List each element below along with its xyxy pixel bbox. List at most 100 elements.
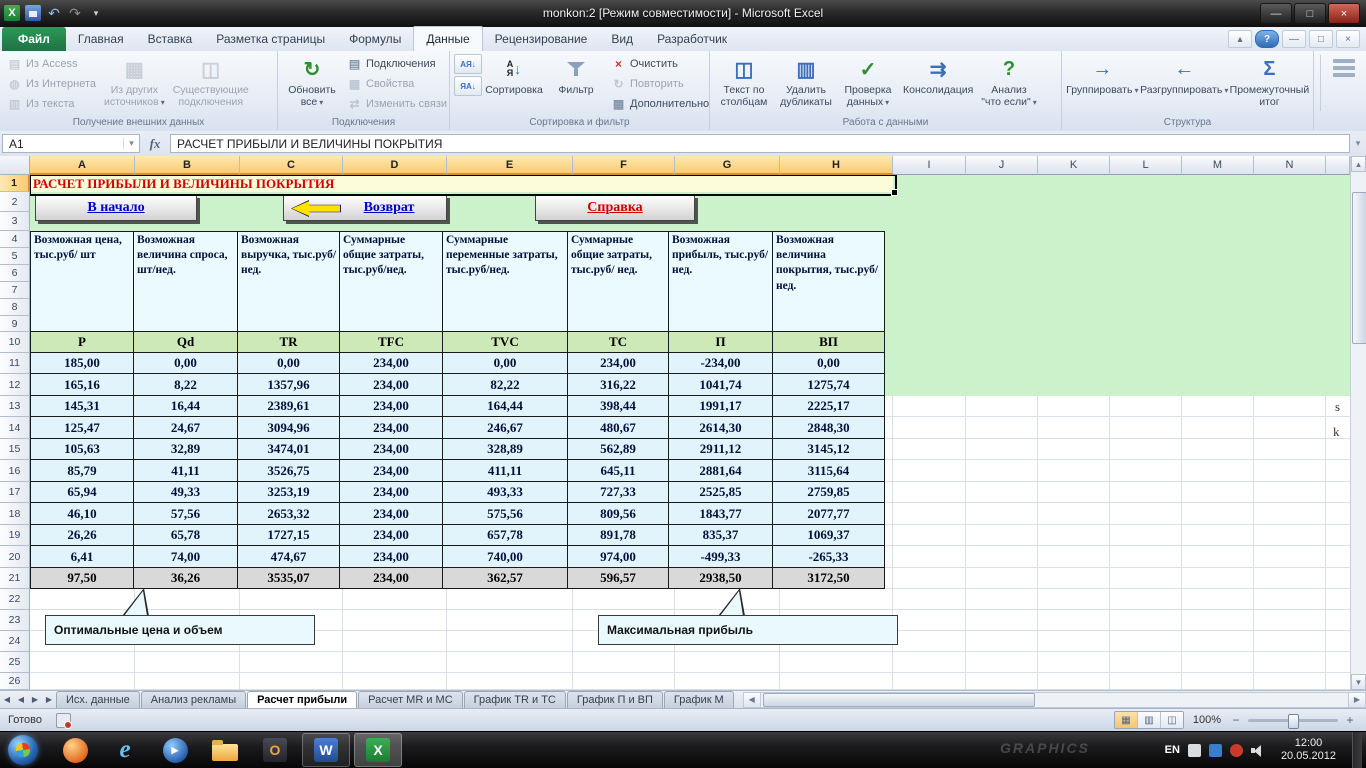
ribbon-tab-3[interactable]: Разметка страницы	[204, 27, 337, 51]
data-cell[interactable]: -265,33	[773, 546, 885, 568]
data-cell[interactable]: 65,94	[31, 482, 134, 503]
sheet-nav-first-icon[interactable]: ◀	[0, 693, 14, 707]
data-cell[interactable]: 234,00	[340, 482, 443, 503]
column-header-N[interactable]: N	[1254, 156, 1326, 175]
volume-icon[interactable]	[1250, 744, 1265, 757]
column-header-K[interactable]: K	[1038, 156, 1110, 175]
data-cell[interactable]: 246,67	[443, 417, 568, 439]
data-cell[interactable]: 26,26	[31, 525, 134, 546]
data-cell[interactable]: 493,33	[443, 482, 568, 503]
data-cell[interactable]: 105,63	[31, 439, 134, 460]
table-header-cell[interactable]: Возможная величина покрытия, тыс.руб/нед…	[773, 232, 885, 332]
sheet-nav-last-icon[interactable]: ▶	[42, 693, 56, 707]
data-cell[interactable]: 234,00	[340, 353, 443, 374]
data-cell[interactable]: 0,00	[773, 353, 885, 374]
ribbon-button-g3-4[interactable]: Фильтр	[546, 54, 606, 98]
data-cell[interactable]: 82,22	[443, 374, 568, 396]
name-box[interactable]: A1 ▾	[2, 134, 140, 153]
page-break-view-icon[interactable]: ◫	[1161, 712, 1183, 728]
data-cell[interactable]: 49,33	[134, 482, 238, 503]
column-header-C[interactable]: C	[240, 156, 343, 175]
data-cell[interactable]: 316,22	[568, 374, 669, 396]
data-cell[interactable]: 411,11	[443, 460, 568, 482]
horizontal-scrollbar[interactable]: ◀ ▶	[742, 691, 1366, 708]
tray-icon-1[interactable]	[1187, 743, 1201, 757]
row-header-4[interactable]: 4	[0, 231, 30, 248]
sheet-tab-6[interactable]: График П и ВП	[566, 691, 663, 708]
row-header-10[interactable]: 10	[0, 332, 30, 353]
help-icon[interactable]: ?	[1255, 30, 1279, 48]
ribbon-button-g3-6[interactable]: ↻ Повторить	[608, 74, 712, 93]
column-header-G[interactable]: G	[675, 156, 780, 175]
row-header-24[interactable]: 24	[0, 631, 30, 652]
data-cell[interactable]: 1843,77	[669, 503, 773, 525]
data-cell[interactable]: 2614,30	[669, 417, 773, 439]
summary-cell[interactable]: 2938,50	[669, 568, 773, 589]
row-header-25[interactable]: 25	[0, 652, 30, 673]
data-cell[interactable]: 727,33	[568, 482, 669, 503]
data-cell[interactable]: 1727,15	[238, 525, 340, 546]
fill-handle[interactable]	[891, 189, 898, 196]
data-cell[interactable]: 185,00	[31, 353, 134, 374]
sheet-button-1[interactable]: В начало	[35, 195, 197, 221]
table-header-cell[interactable]: Возможная прибыль, тыс.руб/ нед.	[669, 232, 773, 332]
data-cell[interactable]: 328,89	[443, 439, 568, 460]
column-header-D[interactable]: D	[343, 156, 447, 175]
data-cell[interactable]: 891,78	[568, 525, 669, 546]
ribbon-button-g1-4[interactable]: ▦ Из других источников ▾	[101, 54, 168, 111]
taskbar-app-explorer-folder[interactable]	[202, 734, 248, 766]
summary-cell[interactable]: 3172,50	[773, 568, 885, 589]
data-cell[interactable]: 1069,37	[773, 525, 885, 546]
table-header-cell[interactable]: Суммарные общие затраты, тыс.руб/ нед.	[568, 232, 669, 332]
data-cell[interactable]: 1275,74	[773, 374, 885, 396]
row-header-13[interactable]: 13	[0, 396, 30, 417]
column-header-H[interactable]: H	[780, 156, 893, 175]
data-cell[interactable]: 0,00	[443, 353, 568, 374]
column-header-A[interactable]: A	[30, 156, 135, 175]
data-cell[interactable]: 234,00	[340, 503, 443, 525]
show-desktop-button[interactable]	[1352, 731, 1362, 768]
ribbon-button-g4-5[interactable]: ? Анализ "что если" ▾	[978, 54, 1039, 111]
code-cell[interactable]: P	[31, 332, 134, 353]
sheet-tab-1[interactable]: Исх. данные	[56, 691, 140, 708]
table-header-cell[interactable]: Суммарные переменные затраты, тыс.руб/не…	[443, 232, 568, 332]
vertical-scroll-thumb[interactable]	[1352, 192, 1366, 344]
code-cell[interactable]: TVC	[443, 332, 568, 353]
start-button[interactable]	[8, 735, 38, 765]
cell-a1-title[interactable]: РАСЧЕТ ПРИБЫЛИ И ВЕЛИЧИНЫ ПОКРЫТИЯ	[30, 175, 893, 192]
ribbon-button-g5-2[interactable]: ← Разгруппировать ▾	[1140, 54, 1228, 99]
horizontal-scroll-thumb[interactable]	[762, 692, 1035, 707]
column-header-F[interactable]: F	[573, 156, 675, 175]
data-cell[interactable]: 164,44	[443, 396, 568, 417]
taskbar-app-outlook[interactable]: O	[252, 734, 298, 766]
ribbon-button-g5-3[interactable]: Σ Промежуточный итог	[1230, 54, 1310, 110]
data-cell[interactable]: 3253,19	[238, 482, 340, 503]
row-header-14[interactable]: 14	[0, 417, 30, 439]
ribbon-button-g4-4[interactable]: ⇉ Консолидация	[900, 54, 976, 98]
taskbar-app-internet-explorer[interactable]: e	[102, 734, 148, 766]
data-cell[interactable]: 145,31	[31, 396, 134, 417]
data-cell[interactable]: 6,41	[31, 546, 134, 568]
name-box-dropdown-icon[interactable]: ▾	[123, 138, 139, 149]
row-header-6[interactable]: 6	[0, 265, 30, 282]
close-button[interactable]: ×	[1328, 3, 1360, 24]
row-header-26[interactable]: 26	[0, 673, 30, 690]
data-cell[interactable]: 234,00	[340, 546, 443, 568]
ribbon-button-g2-2[interactable]: ▤ Подключения	[344, 54, 450, 73]
taskbar-app-media-player[interactable]: ▶	[152, 734, 198, 766]
summary-cell[interactable]: 362,57	[443, 568, 568, 589]
data-cell[interactable]: 0,00	[134, 353, 238, 374]
row-header-22[interactable]: 22	[0, 589, 30, 610]
data-cell[interactable]: 645,11	[568, 460, 669, 482]
data-cell[interactable]: 2848,30	[773, 417, 885, 439]
data-cell[interactable]: 2077,77	[773, 503, 885, 525]
ribbon-button-g3-3[interactable]: А Я ↓ Сортировка	[484, 54, 544, 98]
taskbar-app-word[interactable]: W	[302, 733, 350, 767]
summary-cell[interactable]: 596,57	[568, 568, 669, 589]
table-header-cell[interactable]: Суммарные общие затраты, тыс.руб/нед.	[340, 232, 443, 332]
table-header-cell[interactable]: Возможная выручка, тыс.руб/ нед.	[238, 232, 340, 332]
code-cell[interactable]: ВП	[773, 332, 885, 353]
column-header-L[interactable]: L	[1110, 156, 1182, 175]
row-header-3[interactable]: 3	[0, 212, 30, 231]
select-all-corner[interactable]	[0, 156, 30, 175]
